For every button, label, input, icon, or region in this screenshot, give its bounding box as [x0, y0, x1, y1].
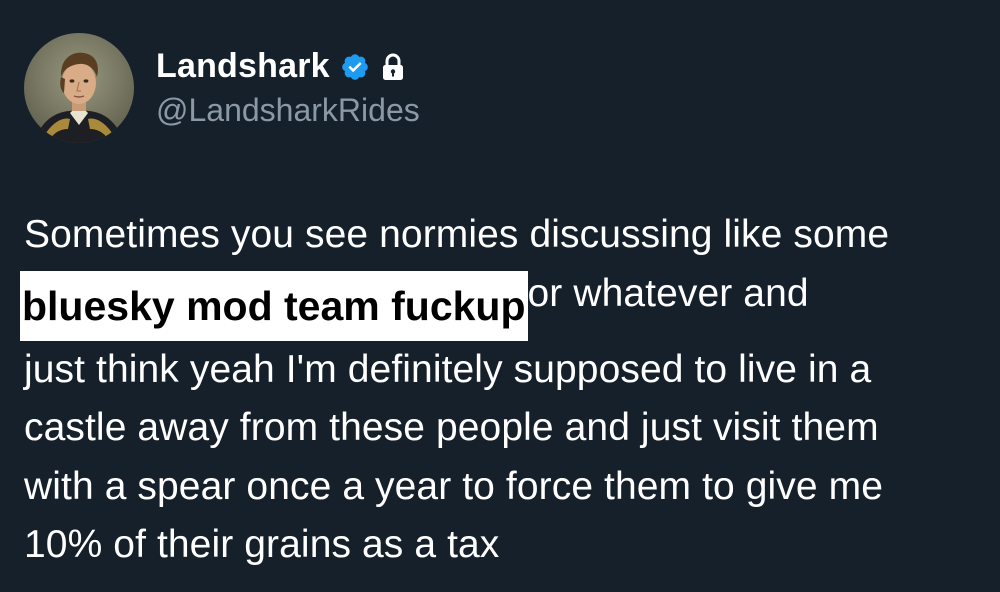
user-handle[interactable]: @LandsharkRides — [156, 92, 420, 129]
tweet-text-line-6: 10% of their grains as a tax — [24, 523, 500, 566]
display-name[interactable]: Landshark — [156, 47, 330, 86]
lock-icon — [380, 52, 406, 82]
tweet-text-line-3: just think yeah I'm definitely supposed … — [24, 347, 872, 391]
tweet-card: Landshark @LandsharkRides Sometimes you … — [0, 0, 1000, 592]
tweet-text: Sometimes you see normies discussing lik… — [20, 206, 979, 575]
tweet-text-line-2: or whatever and — [527, 271, 809, 315]
avatar[interactable] — [24, 33, 134, 143]
portrait-avatar-icon — [24, 33, 134, 143]
tweet-text-line-4: castle away from these people and just v… — [24, 406, 879, 449]
verified-badge-icon — [340, 52, 370, 82]
highlighted-text-overlay: bluesky mod team fuckup — [20, 270, 528, 341]
tweet-header: Landshark @LandsharkRides — [24, 32, 420, 144]
display-name-row: Landshark — [156, 44, 420, 90]
tweet-text-line-5: with a spear once a year to force them t… — [24, 464, 883, 508]
author-names: Landshark @LandsharkRides — [156, 44, 420, 129]
tweet-text-line-1: Sometimes you see normies discussing lik… — [24, 213, 890, 256]
